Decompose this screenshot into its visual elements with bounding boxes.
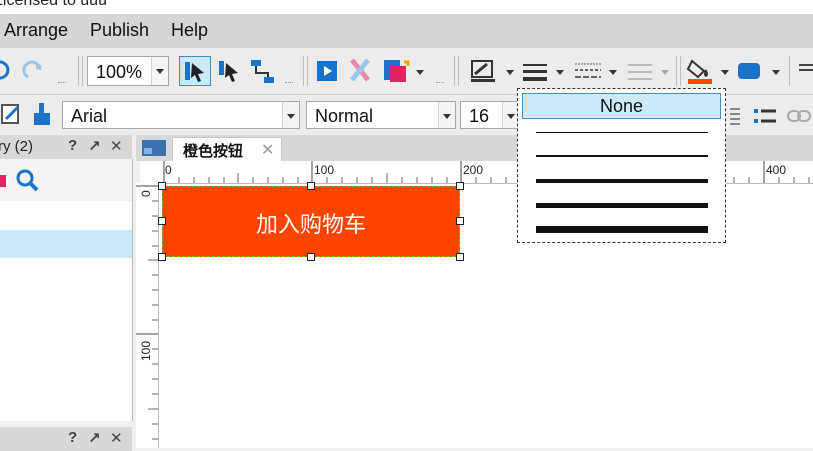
library-panel-toolbar xyxy=(0,159,132,201)
help-icon[interactable]: ? xyxy=(68,137,77,154)
ruler-label: 100 xyxy=(139,340,153,361)
separator xyxy=(454,56,455,86)
ruler-label: 0 xyxy=(165,163,172,177)
line-weight-option-5[interactable] xyxy=(536,226,708,233)
fill-color-icon[interactable] xyxy=(686,57,714,85)
library-icon[interactable] xyxy=(0,171,8,189)
separator xyxy=(82,56,83,86)
chevron-down-icon[interactable] xyxy=(772,70,780,75)
resize-handle[interactable] xyxy=(158,253,166,261)
line-style-icon[interactable] xyxy=(574,60,602,82)
title-bar: Licensed to uuu xyxy=(0,0,813,14)
resize-handle[interactable] xyxy=(158,182,166,190)
share-icon[interactable] xyxy=(348,58,372,84)
chevron-down-icon xyxy=(661,70,669,75)
panel-title: ry (2) xyxy=(0,138,33,155)
toolbar-grip xyxy=(285,82,293,85)
arrow-style-icon xyxy=(628,64,652,80)
connector-icon[interactable] xyxy=(248,57,278,85)
bullet-list-icon[interactable] xyxy=(752,105,778,127)
preview-icon[interactable] xyxy=(316,60,338,82)
menu-bar: Arrange Publish Help xyxy=(0,14,813,48)
separator xyxy=(458,56,459,86)
pin-icon[interactable]: ↗ xyxy=(88,429,101,447)
line-weight-option-2[interactable] xyxy=(536,155,708,157)
ruler-label: 200 xyxy=(463,163,484,177)
chevron-down-icon[interactable] xyxy=(556,70,564,75)
shadow-icon[interactable] xyxy=(736,60,764,82)
align-right-icon[interactable] xyxy=(728,105,742,127)
chevron-down-icon[interactable] xyxy=(151,57,168,85)
help-icon[interactable]: ? xyxy=(68,429,77,446)
separator xyxy=(676,56,677,86)
zoom-select[interactable]: 100% xyxy=(87,56,169,86)
separator xyxy=(78,56,79,86)
font-style-select[interactable]: Normal xyxy=(306,101,456,129)
tab-label: 橙色按钮 xyxy=(183,143,244,160)
tab-page[interactable]: 橙色按钮 ✕ xyxy=(172,137,282,161)
menu-help[interactable]: Help xyxy=(171,20,208,41)
separator xyxy=(789,56,790,86)
chevron-down-icon[interactable] xyxy=(282,102,299,128)
search-icon[interactable] xyxy=(14,167,40,193)
page-icon[interactable] xyxy=(142,140,168,158)
resize-handle[interactable] xyxy=(158,217,166,225)
line-weight-option-3[interactable] xyxy=(536,179,708,183)
menu-arrange[interactable]: Arrange xyxy=(4,20,68,41)
line-weight-icon[interactable] xyxy=(522,60,548,82)
border-color-icon[interactable] xyxy=(469,58,497,84)
toolbar-grip xyxy=(58,82,66,85)
close-icon[interactable]: ✕ xyxy=(110,429,123,447)
font-family-value: Arial xyxy=(71,106,108,126)
ruler-ticks xyxy=(136,185,158,440)
toolbar-grip xyxy=(436,82,444,85)
zoom-value: 100% xyxy=(96,62,143,82)
separator xyxy=(680,56,681,86)
line-weight-option-1[interactable] xyxy=(536,132,708,133)
pin-icon[interactable]: ↗ xyxy=(88,137,101,155)
edit-style-icon[interactable] xyxy=(0,101,24,127)
separator xyxy=(303,56,304,86)
line-weight-none-option[interactable]: None xyxy=(522,93,721,119)
close-icon[interactable]: ✕ xyxy=(261,140,274,160)
align-icon[interactable] xyxy=(797,60,813,80)
chevron-down-icon[interactable] xyxy=(721,70,729,75)
chevron-down-icon[interactable] xyxy=(609,70,617,75)
library-panel-header: ry (2) ? ↗ ✕ xyxy=(0,135,132,159)
resize-handle[interactable] xyxy=(307,253,315,261)
font-size-select[interactable]: 16 xyxy=(460,101,520,129)
resize-handle[interactable] xyxy=(456,182,464,190)
pointer-icon xyxy=(185,62,204,82)
link-icon[interactable] xyxy=(786,105,813,127)
resize-handle[interactable] xyxy=(456,253,464,261)
window-title: Licensed to uuu xyxy=(0,0,107,9)
line-weight-option-4[interactable] xyxy=(536,203,708,208)
ruler-label: 400 xyxy=(766,163,787,177)
publish-icon[interactable] xyxy=(382,58,410,84)
connect-pointer-icon[interactable] xyxy=(216,57,244,85)
menu-publish[interactable]: Publish xyxy=(90,20,149,41)
undo-icon[interactable] xyxy=(0,59,14,81)
list-item-selected[interactable] xyxy=(0,230,132,258)
line-weight-dropdown: None xyxy=(517,88,726,243)
chevron-down-icon[interactable] xyxy=(506,70,514,75)
panel-header: ? ↗ ✕ xyxy=(0,427,132,451)
ruler-label: 0 xyxy=(139,190,153,197)
resize-handle[interactable] xyxy=(456,217,464,225)
redo-icon[interactable] xyxy=(22,59,44,81)
orange-button-widget[interactable]: 加入购物车 xyxy=(162,186,460,257)
select-tool-button[interactable] xyxy=(179,56,211,86)
format-painter-icon[interactable] xyxy=(30,101,54,129)
vertical-ruler: 0 100 xyxy=(136,183,159,448)
resize-handle[interactable] xyxy=(307,182,315,190)
button-label: 加入购物车 xyxy=(255,212,366,237)
chevron-down-icon[interactable] xyxy=(438,102,455,128)
chevron-down-icon[interactable] xyxy=(416,70,424,75)
ruler-label: 100 xyxy=(314,163,335,177)
font-style-value: Normal xyxy=(315,106,374,126)
separator xyxy=(307,56,308,86)
font-size-value: 16 xyxy=(469,106,490,126)
close-icon[interactable]: ✕ xyxy=(110,137,123,155)
font-family-select[interactable]: Arial xyxy=(62,101,300,129)
